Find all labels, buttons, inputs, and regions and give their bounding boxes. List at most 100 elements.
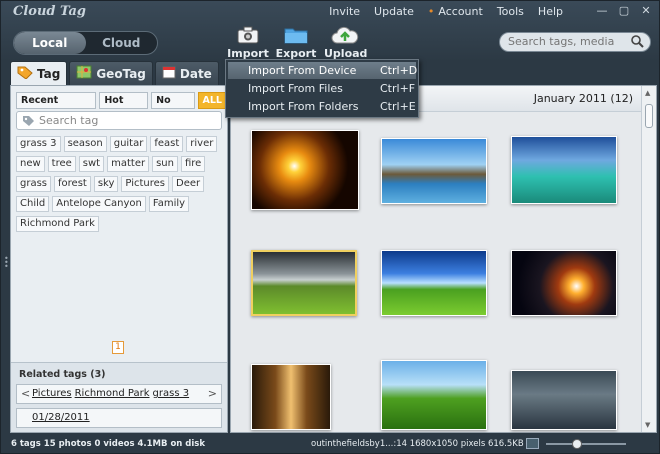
tag-chip[interactable]: grass 3 [16, 136, 61, 152]
related-tag-links: Pictures Richmond Park grass 3 [32, 388, 189, 399]
tab-tag-label: Tag [37, 66, 61, 81]
menu-item-shortcut: Ctrl+D [380, 64, 418, 77]
tag-chip[interactable]: matter [107, 156, 150, 172]
menu-item-import-files[interactable]: Import From Files Ctrl+F [228, 80, 416, 97]
photo-thumbnail[interactable] [381, 360, 487, 430]
menu-item-import-device[interactable]: Import From Device Ctrl+D [228, 62, 418, 79]
upload-button[interactable]: Upload [324, 25, 367, 60]
zoom-slider-knob[interactable] [572, 439, 582, 449]
tag-panel: Recent Import Hot 200 No Tag ALL Search … [10, 85, 228, 433]
tag-chip[interactable]: fire [180, 156, 206, 172]
menu-item-shortcut: Ctrl+E [380, 100, 416, 113]
photo-thumbnail[interactable] [251, 130, 359, 210]
related-date-link[interactable]: 01/28/2011 [32, 412, 90, 423]
filter-recent-import[interactable]: Recent Import [16, 92, 97, 121]
chevron-left-icon[interactable]: < [21, 387, 30, 400]
photo-thumbnail[interactable] [251, 364, 331, 430]
filter-no-tag[interactable]: No Tag [151, 92, 195, 121]
tag-chip[interactable]: Antelope Canyon [52, 196, 146, 212]
gallery-scrollbar[interactable]: ▲ ▼ [641, 86, 656, 432]
app-logo: Cloud Tag [13, 4, 86, 19]
tag-chip[interactable]: tree [47, 156, 76, 172]
tab-geotag[interactable]: GeoTag [69, 61, 153, 85]
menu-help[interactable]: Help [538, 5, 563, 18]
tag-chip[interactable]: river [186, 136, 218, 152]
folder-icon [275, 25, 317, 45]
menu-account[interactable]: Account [438, 5, 482, 18]
page-number[interactable]: 1 [112, 341, 124, 354]
tag-chip[interactable]: sun [152, 156, 178, 172]
photo-thumbnail-selected[interactable] [251, 250, 357, 316]
menu-item-import-folders[interactable]: Import From Folders Ctrl+E [228, 98, 416, 115]
scroll-down-icon[interactable]: ▼ [645, 421, 650, 429]
photo-thumbnail[interactable] [381, 138, 487, 204]
status-bar: 6 tags 15 photos 0 videos 4.1MB on disk … [1, 434, 659, 454]
tag-chip[interactable]: new [16, 156, 45, 172]
tab-date[interactable]: Date [154, 61, 219, 85]
tag-chip[interactable]: Deer [172, 176, 205, 192]
zoom-slider[interactable] [546, 439, 626, 449]
related-tags-header: Related tags (3) [19, 369, 106, 380]
menu-item-label: Import From Folders [248, 100, 359, 113]
related-tags-row: < Pictures Richmond Park grass 3 > [16, 384, 222, 404]
close-icon[interactable]: ✕ [637, 3, 655, 19]
tab-tag[interactable]: Tag [10, 61, 68, 85]
app-window: Cloud Tag Invite Update • Account Tools … [0, 0, 660, 454]
photo-thumbnail[interactable] [511, 136, 617, 204]
chevron-right-icon[interactable]: > [208, 387, 217, 400]
photo-thumbnail[interactable] [511, 250, 617, 316]
scroll-up-icon[interactable]: ▲ [645, 89, 650, 97]
mode-cloud-button[interactable]: Cloud [86, 32, 158, 54]
related-tag-link[interactable]: grass 3 [153, 388, 190, 399]
tag-chip[interactable]: Family [148, 196, 190, 212]
minimize-icon[interactable]: — [593, 3, 611, 19]
tag-chip[interactable]: season [63, 136, 107, 152]
tag-cloud: grass 3 season guitar feast river new tr… [16, 136, 224, 232]
notification-dot-icon: • [427, 5, 435, 18]
photo-thumbnail[interactable] [381, 250, 487, 316]
menu-item-label: Import From Files [248, 82, 343, 95]
tag-chip[interactable]: guitar [109, 136, 148, 152]
menu-item-label: Import From Device [248, 64, 357, 77]
zoom-fit-icon[interactable] [526, 438, 539, 449]
photo-thumbnail[interactable] [511, 370, 617, 430]
search-box [499, 32, 651, 52]
tag-search-box[interactable]: Search tag [16, 111, 222, 130]
menu-item-shortcut: Ctrl+F [380, 82, 416, 95]
export-button[interactable]: Export [275, 25, 317, 60]
gallery-panel: January 2011 (12) ▲ ▼ [230, 85, 657, 433]
panel-splitter-handle[interactable]: • • • [4, 255, 9, 271]
menu-tools[interactable]: Tools [497, 5, 524, 18]
related-tags-section: Related tags (3) < Pictures Richmond Par… [11, 362, 227, 432]
cloud-upload-icon [324, 25, 366, 45]
filter-hot-200[interactable]: Hot 200 [99, 92, 149, 121]
tag-chip[interactable]: sky [93, 176, 119, 192]
tag-chip[interactable]: Child [16, 196, 50, 212]
tag-chip[interactable]: forest [54, 176, 91, 192]
restore-icon[interactable]: ▢ [615, 3, 633, 19]
side-tabs: Tag GeoTag Date [10, 61, 219, 85]
tag-chip[interactable]: Pictures [121, 176, 170, 192]
scrollbar-thumb[interactable] [645, 104, 653, 128]
filter-all[interactable]: ALL [197, 92, 227, 109]
related-date-row: 01/28/2011 [16, 408, 222, 428]
tag-chip[interactable]: swt [78, 156, 105, 172]
related-tag-link[interactable]: Pictures [32, 388, 72, 399]
window-controls: — ▢ ✕ [593, 3, 655, 19]
import-button[interactable]: Import [227, 25, 269, 60]
tag-filters: Recent Import Hot 200 No Tag ALL [16, 92, 227, 121]
mode-local-button[interactable]: Local [14, 32, 86, 54]
tag-chip[interactable]: grass [16, 176, 52, 192]
tag-chip[interactable]: Richmond Park [16, 216, 99, 232]
tag-icon [17, 65, 33, 82]
search-icon[interactable] [631, 35, 644, 51]
related-tag-link[interactable]: Richmond Park [75, 388, 150, 399]
menu-invite[interactable]: Invite [329, 5, 360, 18]
menu-update[interactable]: Update [374, 5, 414, 18]
map-icon [76, 65, 92, 82]
tag-chip[interactable]: feast [150, 136, 184, 152]
mode-switch: Local Cloud [13, 31, 158, 55]
top-menu: Invite Update • Account Tools Help [329, 5, 563, 18]
tab-date-label: Date [179, 66, 212, 81]
search-input[interactable] [508, 35, 628, 48]
